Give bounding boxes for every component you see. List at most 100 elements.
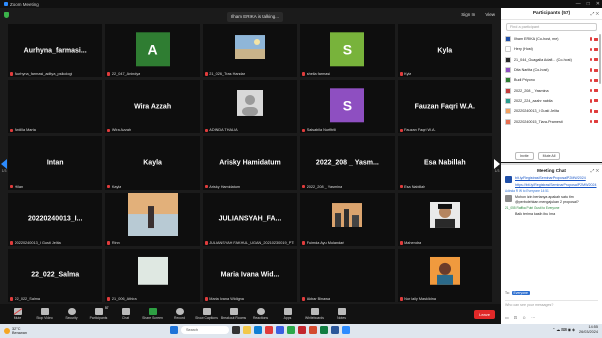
chevron-left-icon[interactable] bbox=[1, 159, 7, 169]
participant-tile[interactable]: Kayla Kayla bbox=[105, 136, 200, 190]
notes-button[interactable]: Notes bbox=[328, 304, 355, 324]
share-screen-icon[interactable] bbox=[148, 307, 157, 315]
reactions-icon[interactable] bbox=[256, 307, 265, 315]
excel-icon[interactable] bbox=[320, 326, 328, 334]
participant-row[interactable]: Dita Narlita (Co-host) bbox=[501, 65, 602, 75]
next-page-button[interactable]: 1/3 bbox=[493, 156, 501, 190]
show-captions-button[interactable]: Show Captions bbox=[193, 304, 220, 324]
chat-recipient[interactable]: To: Everyone bbox=[505, 291, 530, 295]
file-icon[interactable]: ▭ bbox=[505, 315, 509, 320]
apps-button[interactable]: Apps bbox=[274, 304, 301, 324]
leave-button[interactable]: Leave bbox=[474, 309, 495, 319]
participant-tile[interactable]: Rinn bbox=[105, 192, 200, 246]
participant-tile[interactable]: Arisky Hamidatum Arisky Hamidatum bbox=[202, 136, 298, 190]
participant-tile[interactable]: Maria Ivana Wid... Maria Ivana Widigna bbox=[202, 248, 298, 302]
breakout-icon[interactable] bbox=[229, 307, 238, 315]
participant-tile[interactable]: Nur laily Masklidna bbox=[397, 248, 492, 302]
participant-row[interactable]: Budi Priyono bbox=[501, 75, 602, 85]
chat-controls-icon[interactable]: ⤢ ✕ bbox=[591, 168, 599, 173]
mute-button[interactable]: Mute bbox=[4, 304, 31, 324]
security-button[interactable]: Security bbox=[58, 304, 85, 324]
participant-tile[interactable]: Akbar Binawa bbox=[300, 248, 395, 302]
record-icon[interactable] bbox=[175, 307, 184, 315]
participant-tile[interactable]: A 22_047_Anindya bbox=[105, 24, 200, 78]
mic-muted-icon[interactable] bbox=[13, 307, 22, 315]
windows-start-icon[interactable] bbox=[170, 326, 178, 334]
acrobat-icon[interactable] bbox=[298, 326, 306, 334]
clock[interactable]: 14:55 26/03/2024 bbox=[579, 325, 598, 334]
notes-icon[interactable] bbox=[337, 307, 346, 315]
video-icon[interactable] bbox=[40, 307, 49, 315]
participant-row[interactable]: 2022_208 _ Yasmina bbox=[501, 85, 602, 95]
participant-row[interactable]: 20220240015_Tiara-Pramesti bbox=[501, 116, 602, 126]
weather-widget[interactable]: 32°C Berawan bbox=[0, 327, 27, 335]
recipient-select[interactable]: Everyone bbox=[511, 291, 530, 295]
participant-tile[interactable]: Kyla Kyla bbox=[397, 24, 492, 78]
app-icon-red[interactable] bbox=[265, 326, 273, 334]
participant-row[interactable]: 2022_224_azahr nabila bbox=[501, 96, 602, 106]
prev-page-button[interactable]: 1/3 bbox=[0, 156, 8, 190]
sign-in-button[interactable]: Sign In bbox=[461, 12, 475, 17]
participant-row[interactable]: 20220240013_I Gusti Jelita bbox=[501, 106, 602, 116]
apps-icon[interactable] bbox=[283, 307, 292, 315]
participant-tile[interactable]: Mahendra bbox=[397, 192, 492, 246]
invite-button[interactable]: Invite bbox=[515, 152, 534, 160]
participant-row[interactable]: Hery (Host) bbox=[501, 44, 602, 54]
participant-tile[interactable]: 21_006_Athira bbox=[105, 248, 200, 302]
chat-button[interactable]: Chat bbox=[112, 304, 139, 324]
panel-controls-icon[interactable]: ⤢ ✕ bbox=[591, 11, 599, 16]
mute-all-button[interactable]: Mute All bbox=[537, 152, 561, 160]
breakout-rooms-button[interactable]: Breakout Rooms bbox=[220, 304, 247, 324]
chrome-icon[interactable] bbox=[287, 326, 295, 334]
participant-tile[interactable]: 21_026_Tras Handar bbox=[202, 24, 298, 78]
reactions-button[interactable]: Reactions bbox=[247, 304, 274, 324]
captions-icon[interactable] bbox=[202, 307, 211, 315]
participant-tile[interactable]: 20220240013_I... 20220240013_I Gusti Jeli… bbox=[8, 192, 103, 246]
zoom-app-icon[interactable] bbox=[342, 326, 350, 334]
participant-row[interactable]: Ilham ERIKA (Co-host, me) bbox=[501, 34, 602, 44]
chat-link[interactable]: bit.ly/RegistrasiSeminarProposalP2MW2024 bbox=[515, 176, 586, 180]
emoji-icon[interactable]: ☺ bbox=[522, 315, 526, 320]
chevron-right-icon[interactable] bbox=[494, 159, 500, 169]
share-screen-button[interactable]: Share Screen bbox=[139, 304, 166, 324]
record-button[interactable]: Record bbox=[166, 304, 193, 324]
participant-tile[interactable]: ADINDA THALIA bbox=[202, 80, 298, 134]
participant-tile[interactable]: 22_022_Salma 22_022_Salma bbox=[8, 248, 103, 302]
participant-tile[interactable]: Ssheila farmasi bbox=[300, 24, 395, 78]
whiteboard-icon[interactable] bbox=[310, 307, 319, 315]
encryption-shield-icon[interactable] bbox=[4, 12, 9, 18]
more-icon[interactable]: ⋯ bbox=[531, 315, 535, 320]
participant-tile[interactable]: Aurhyna_farmasi... Aurhyna_farmasi_aditya… bbox=[8, 24, 103, 78]
participant-tile[interactable]: 2022_208 _ Yasm... 2022_208 _ Yasmina bbox=[300, 136, 395, 190]
close-button[interactable]: ✕ bbox=[596, 1, 600, 7]
participant-row[interactable]: 21_044_Guagalla Adafi... (Co-host) bbox=[501, 55, 602, 65]
powerpoint-icon[interactable] bbox=[309, 326, 317, 334]
participants-button[interactable]: 57 Participants bbox=[85, 304, 112, 324]
chat-icon[interactable] bbox=[121, 307, 130, 315]
view-button[interactable]: View bbox=[485, 12, 495, 17]
participant-tile[interactable]: Ardilla Marta bbox=[8, 80, 103, 134]
tray-icons[interactable]: ⌃ ☁ ⌨ ◉ ◈ bbox=[552, 327, 575, 332]
edge-icon[interactable] bbox=[254, 326, 262, 334]
taskbar-search[interactable]: Search bbox=[181, 326, 229, 334]
participants-icon[interactable]: 57 bbox=[94, 306, 109, 315]
screenshot-icon[interactable]: ⊡ bbox=[514, 315, 517, 320]
participant-tile[interactable]: Fauzan Faqri W.A. Fauzan Faqri W.A. bbox=[397, 80, 492, 134]
task-view-icon[interactable] bbox=[232, 326, 240, 334]
shield-icon[interactable] bbox=[67, 307, 76, 315]
participant-tile[interactable]: Esa Nabillah Esa Nabillah bbox=[397, 136, 492, 190]
participant-tile[interactable]: JULIANSYAH_FA... JULIANSYAH FAKHUL_UGAN_2… bbox=[202, 192, 298, 246]
participant-search-input[interactable]: Find a participant bbox=[506, 23, 597, 31]
maximize-button[interactable]: □ bbox=[587, 1, 590, 7]
participant-tile[interactable]: Wira Azzah Wira Azzah bbox=[105, 80, 200, 134]
participant-scrollbar[interactable] bbox=[599, 34, 601, 84]
chat-input[interactable]: Who can see your messages? bbox=[505, 300, 598, 310]
minimize-button[interactable]: — bbox=[576, 1, 581, 7]
participant-tile[interactable]: Fuimda Ayu Mulandari bbox=[300, 192, 395, 246]
stop-video-button[interactable]: Stop Video bbox=[31, 304, 58, 324]
chat-link[interactable]: https://bit.ly/RegistrasiSeminarProposal… bbox=[515, 183, 597, 187]
whiteboards-button[interactable]: Whiteboards bbox=[301, 304, 328, 324]
app-icon-blue[interactable] bbox=[276, 326, 284, 334]
word-icon[interactable] bbox=[331, 326, 339, 334]
participant-tile[interactable]: Intan Hilan bbox=[8, 136, 103, 190]
